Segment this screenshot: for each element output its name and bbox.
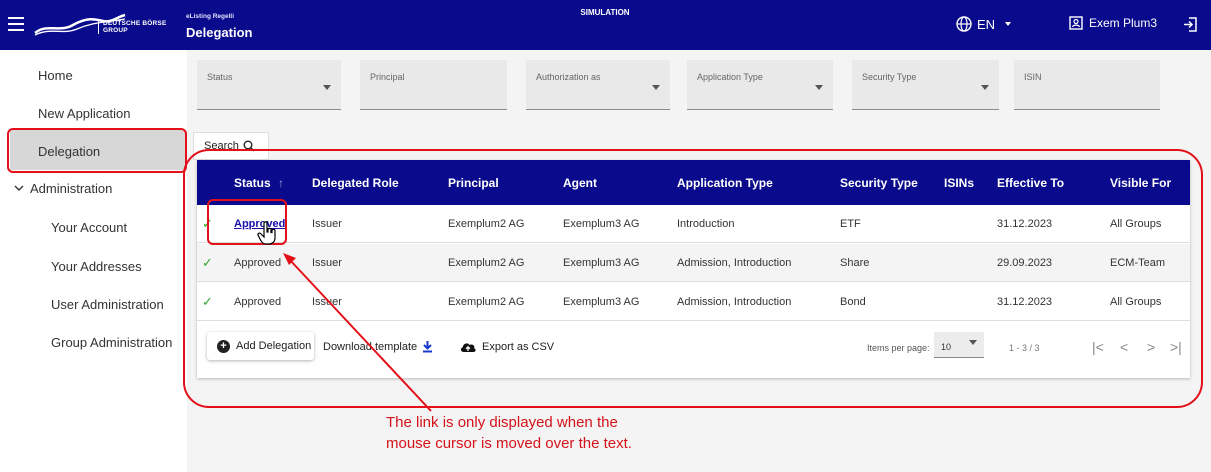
- annotation-arrow-layer: [257, 221, 432, 412]
- annotation-arrow-line: [288, 258, 432, 412]
- annotation-line-1: The link is only displayed when the: [386, 414, 618, 431]
- annotation-callout: The link is only displayed when the mous…: [386, 412, 632, 454]
- annotation-line-2: mouse cursor is moved over the text.: [386, 435, 632, 452]
- hand-cursor-icon: [257, 221, 276, 245]
